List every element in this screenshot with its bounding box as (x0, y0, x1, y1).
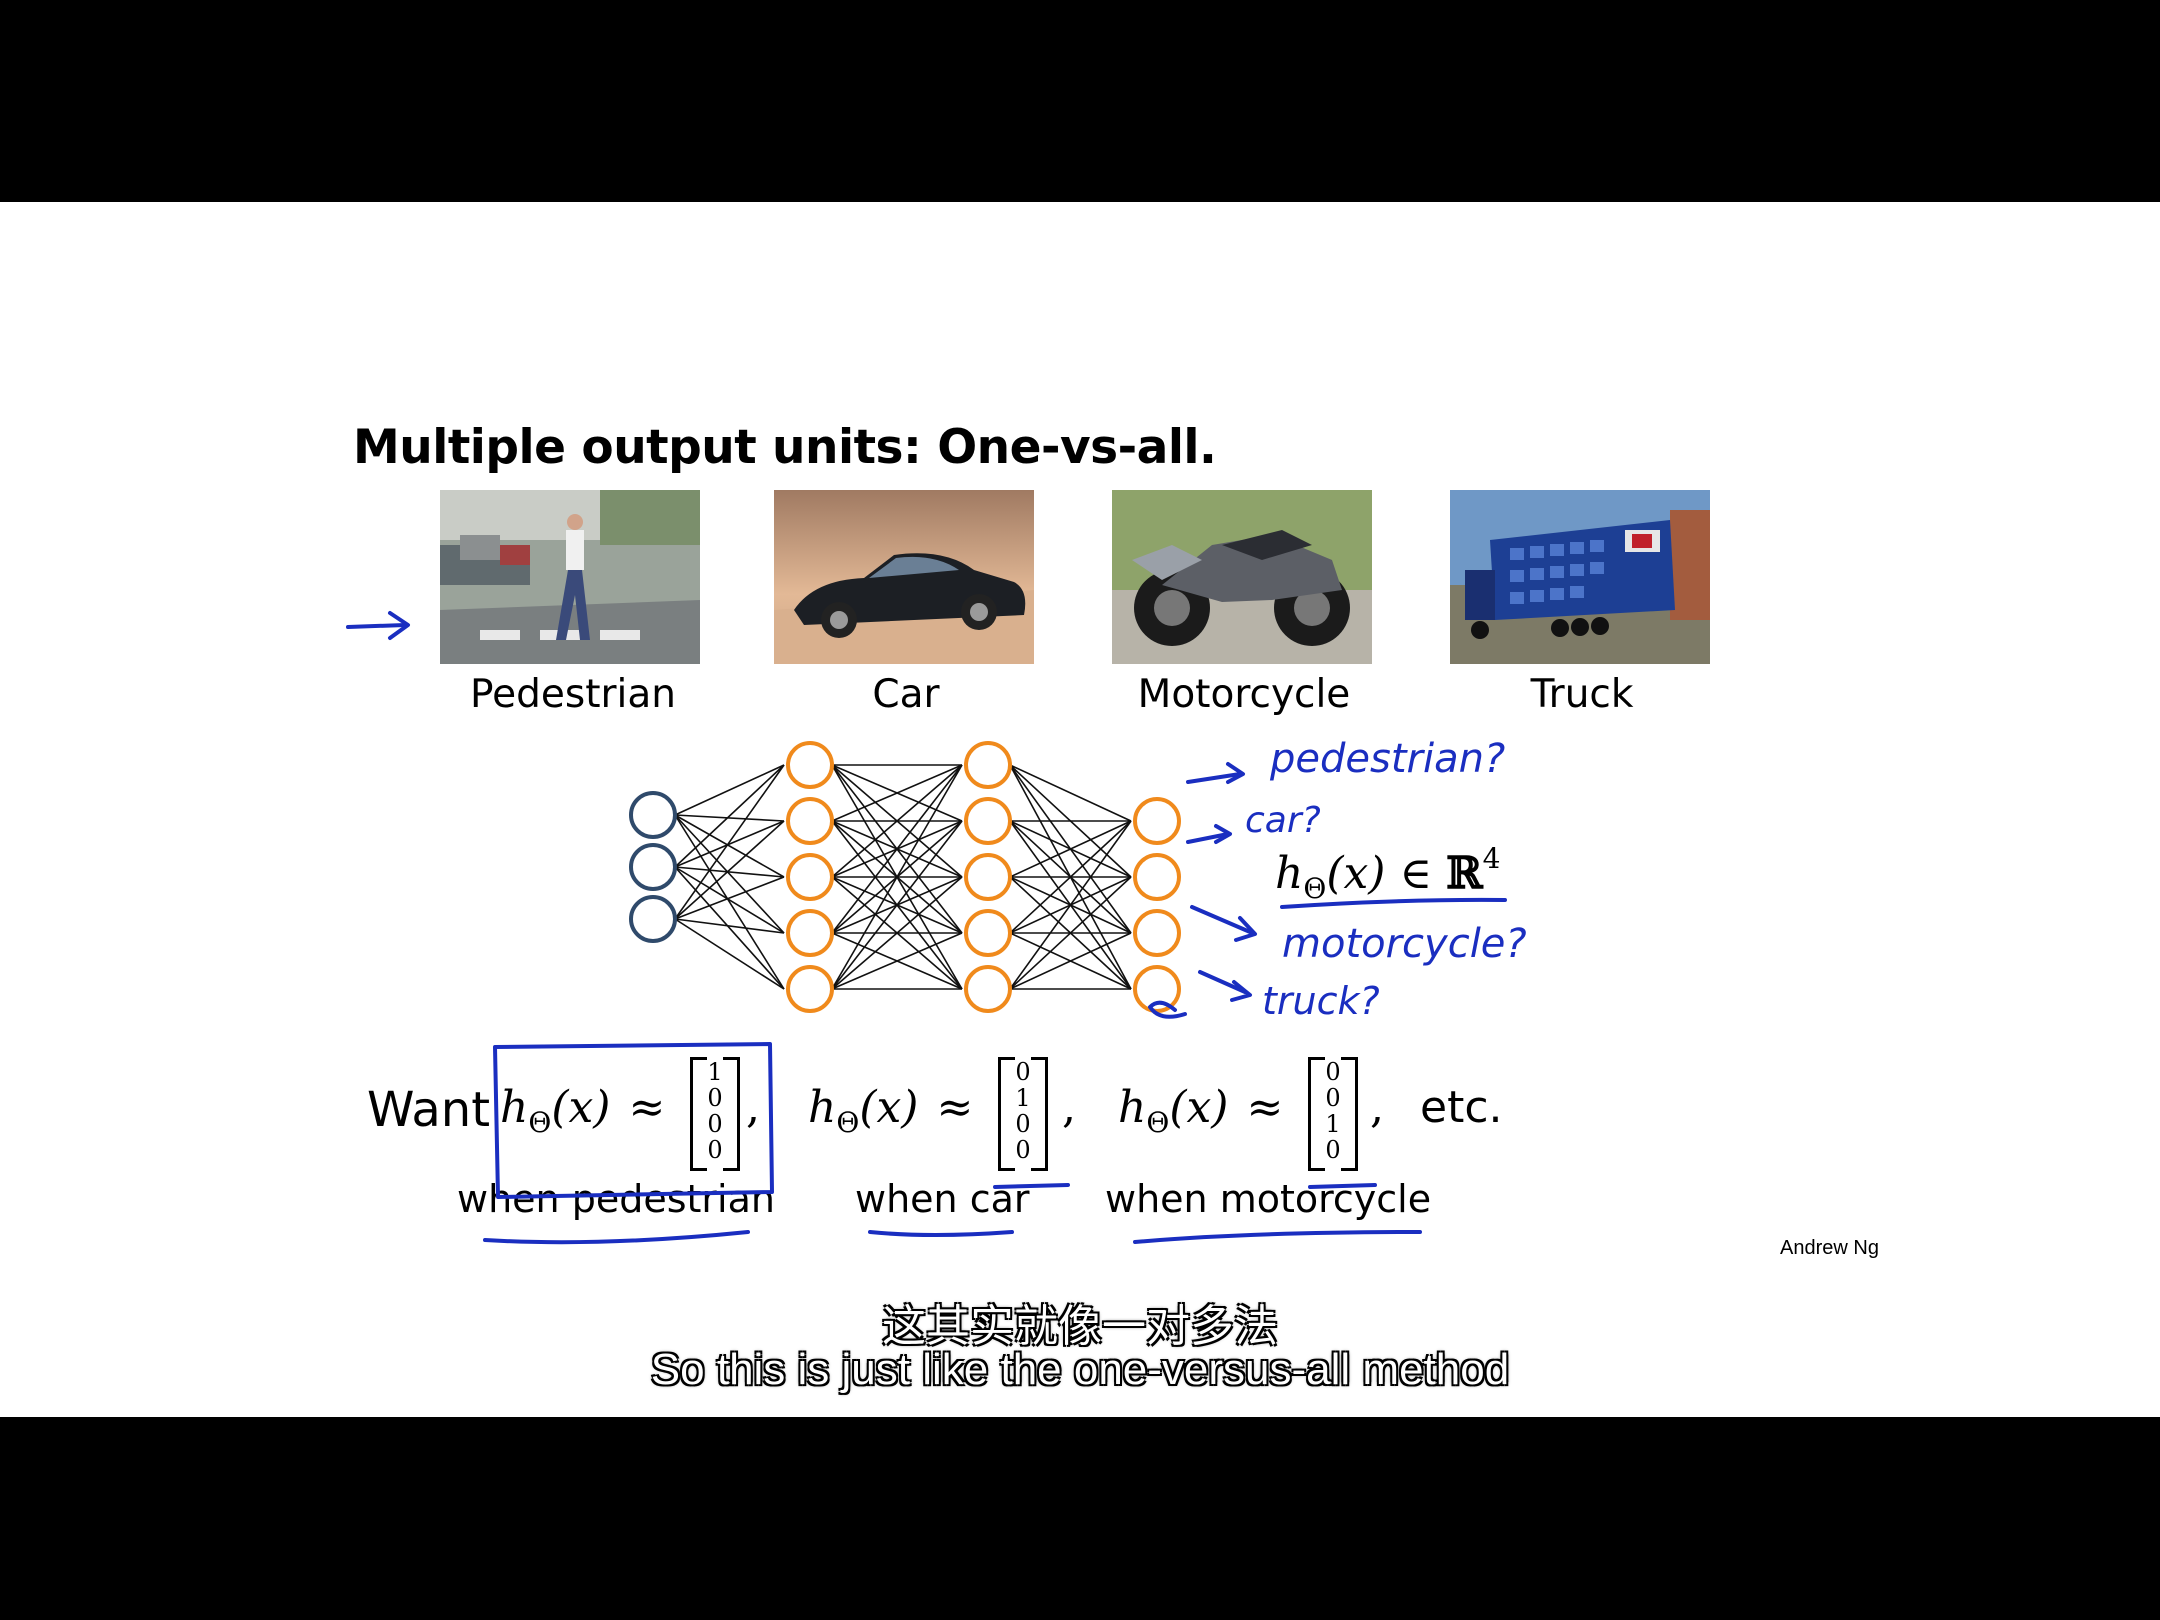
target-vector-motorcycle: 00 10 (1308, 1057, 1358, 1171)
truck-caption: Truck (1530, 672, 1634, 717)
car-photo (774, 490, 1034, 664)
hypothesis-pedestrian: hΘ(x) ≈ (500, 1082, 666, 1139)
hidden-unit-2-2 (964, 797, 1012, 845)
target-vector-car: 01 00 (998, 1057, 1048, 1171)
output-unit-4 (1133, 965, 1181, 1013)
hidden-unit-1-5 (786, 965, 834, 1013)
comma-3: , (1370, 1082, 1384, 1133)
connection-line (674, 866, 785, 990)
when-motorcycle-label: when motorcycle (1105, 1177, 1432, 1221)
slide: Multiple output units: One-vs-all. Pedes… (0, 202, 2160, 1417)
connection-line (674, 918, 785, 934)
etc-label: etc. (1420, 1082, 1503, 1133)
input-unit-1 (629, 791, 677, 839)
hidden-unit-1-4 (786, 909, 834, 957)
slide-title: Multiple output units: One-vs-all. (353, 420, 1217, 475)
when-pedestrian-label: when pedestrian (457, 1177, 775, 1221)
motorcycle-photo (1112, 490, 1372, 664)
input-unit-3 (629, 895, 677, 943)
hw-label-car: car? (1245, 800, 1321, 841)
underline-pedestrian (483, 1230, 750, 1245)
hidden-unit-2-4 (964, 909, 1012, 957)
comma-1: , (746, 1082, 760, 1133)
connection-line (1009, 764, 1132, 822)
underline-car (868, 1230, 1014, 1237)
connection-line (674, 918, 785, 990)
want-label: Want (367, 1082, 491, 1138)
connection-line (674, 820, 785, 920)
input-unit-2 (629, 843, 677, 891)
pedestrian-photo (440, 490, 700, 664)
hidden-unit-2-5 (964, 965, 1012, 1013)
comma-2: , (1062, 1082, 1076, 1133)
output-unit-1 (1133, 797, 1181, 845)
network-connections (674, 764, 1132, 990)
car-caption: Car (872, 672, 940, 717)
connection-line (674, 814, 785, 934)
underline-motorcycle (1133, 1230, 1422, 1244)
hidden-unit-1-1 (786, 741, 834, 789)
hidden-unit-1-3 (786, 853, 834, 901)
pedestrian-caption: Pedestrian (470, 672, 676, 717)
connection-line (674, 876, 785, 920)
truck-photo (1450, 490, 1710, 664)
input-arrow-icon (346, 623, 407, 629)
hidden-unit-2-1 (964, 741, 1012, 789)
output-unit-2 (1133, 853, 1181, 901)
when-car-label: when car (855, 1177, 1030, 1221)
hidden-unit-1-2 (786, 797, 834, 845)
neural-network-diagram (629, 741, 1181, 1013)
hw-label-pedestrian: pedestrian? (1269, 736, 1505, 782)
hidden-unit-2-3 (964, 853, 1012, 901)
hypothesis-motorcycle: hΘ(x) ≈ (1118, 1082, 1284, 1139)
output-unit-3 (1133, 909, 1181, 957)
author-credit: Andrew Ng (1780, 1237, 1879, 1259)
connection-line (674, 820, 785, 868)
connection-line (674, 764, 785, 816)
motorcycle-caption: Motorcycle (1137, 672, 1351, 717)
hw-label-motorcycle: motorcycle? (1282, 921, 1527, 967)
subtitle-english: So this is just like the one-versus-all … (650, 1345, 1510, 1394)
hypothesis-car: hΘ(x) ≈ (808, 1082, 974, 1139)
hw-label-truck: truck? (1262, 979, 1380, 1023)
connection-line (674, 866, 785, 934)
output-dimension-formula: hΘ(x) ∈ ℝ4 (1275, 842, 1501, 905)
target-vector-pedestrian: 10 00 (690, 1057, 740, 1171)
